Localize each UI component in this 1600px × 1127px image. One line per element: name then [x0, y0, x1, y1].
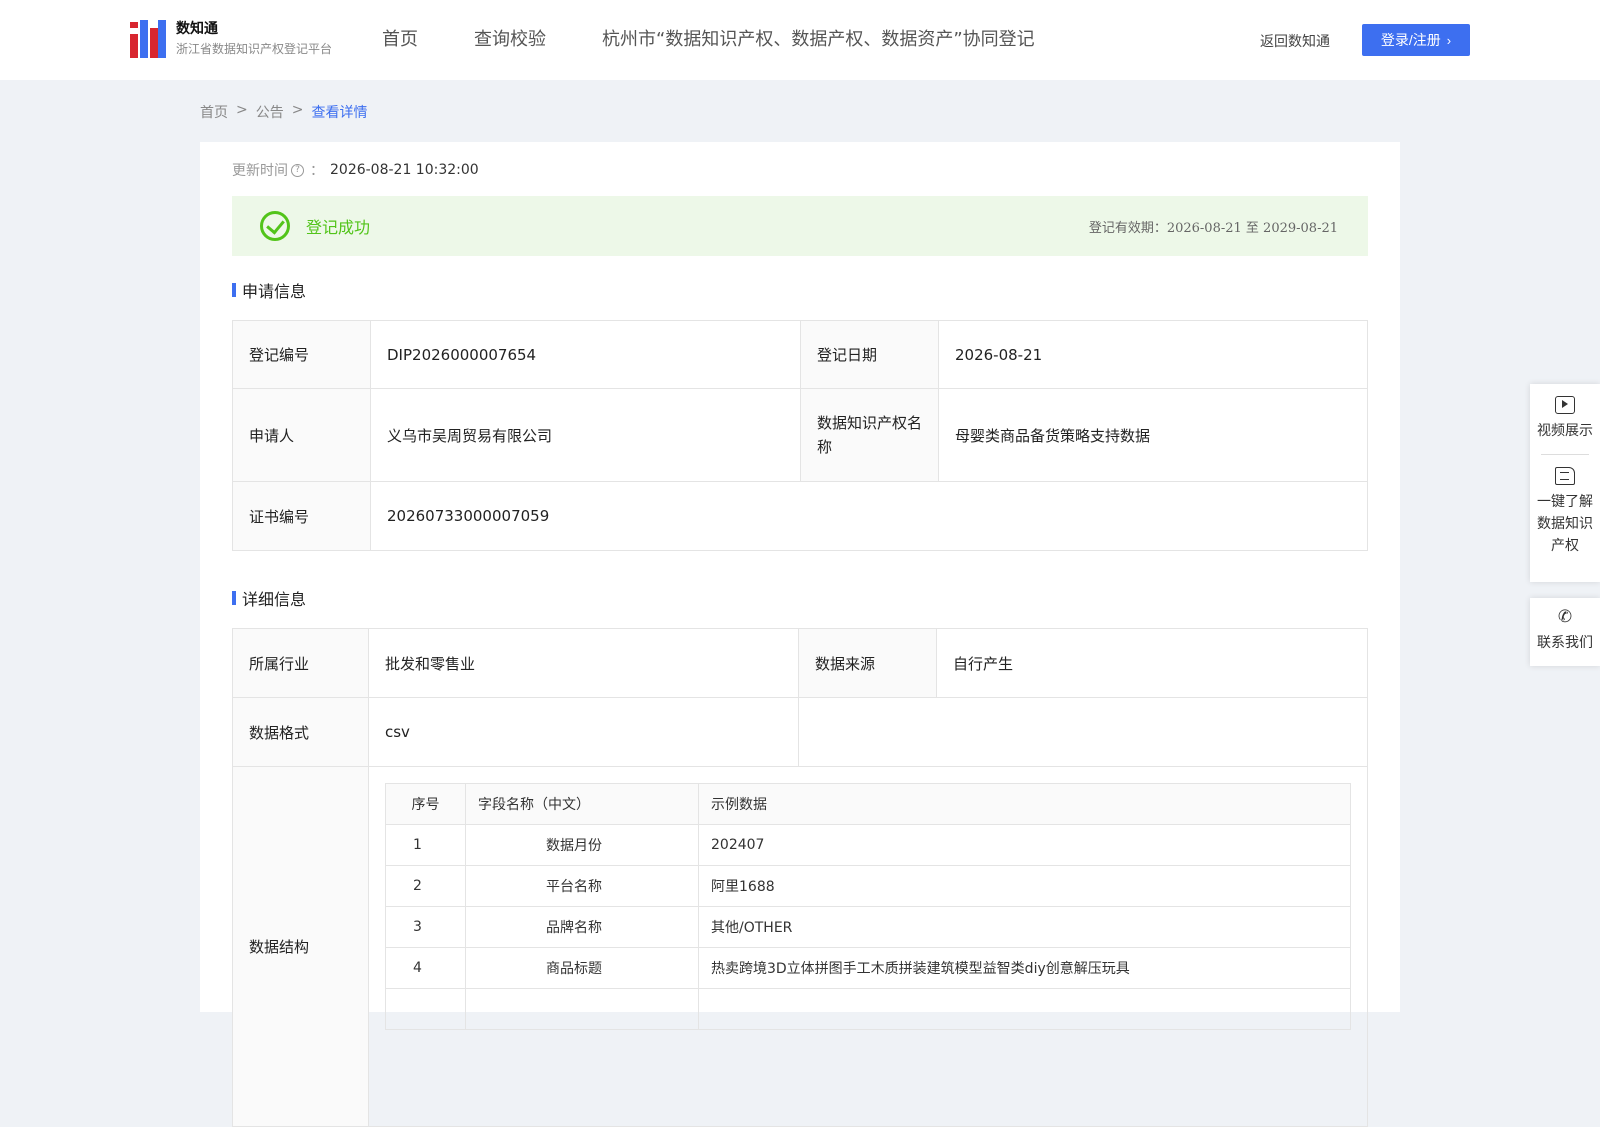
check-circle-icon [260, 211, 290, 241]
nav-home[interactable]: 首页 [382, 28, 418, 52]
cert-no-value: 20260733000007059 [370, 481, 1368, 551]
table-row: 1 数据月份 202407 [385, 824, 1351, 866]
breadcrumb-separator: > [291, 102, 304, 118]
ip-name-value: 母婴类商品备货策略支持数据 [938, 388, 1368, 482]
logo[interactable]: 数知通 浙江省数据知识产权登记平台 [130, 20, 332, 58]
table-row: 登记编号 DIP2026000007654 登记日期 2026-08-21 [232, 320, 1368, 389]
col-name: 字段名称（中文） [465, 783, 699, 825]
table-row: 3 品牌名称 其他/OTHER [385, 906, 1351, 948]
video-label: 视频展示 [1537, 423, 1593, 439]
field-name: 品牌名称 [465, 906, 699, 948]
source-label: 数据来源 [798, 628, 937, 698]
format-label: 数据格式 [232, 697, 369, 767]
empty-cell [798, 697, 1368, 767]
validity-period: 登记有效期：2026-08-21 至 2029-08-21 [1088, 221, 1338, 236]
help-icon[interactable]: ? [291, 163, 304, 177]
table-row: 数据结构 序号 字段名称（中文） 示例数据 1 数据月份 202407 2 平台… [232, 766, 1368, 1127]
industry-label: 所属行业 [232, 628, 369, 698]
logo-mark-icon [130, 20, 166, 58]
status-banner: 登记成功 登记有效期：2026-08-21 至 2029-08-21 [232, 196, 1368, 256]
field-name: 数据月份 [465, 824, 699, 866]
section-title-detail: 详细信息 [232, 586, 306, 610]
breadcrumb-home[interactable]: 首页 [200, 102, 228, 122]
format-value: csv [368, 697, 799, 767]
main-nav: 首页 查询校验 杭州市“数据知识产权、数据产权、数据资产”协同登记 [382, 28, 1091, 52]
structure-label: 数据结构 [232, 766, 369, 1127]
reg-date-label: 登记日期 [800, 320, 939, 389]
status-text: 登记成功 [306, 218, 371, 237]
table-row: 2 平台名称 阿里1688 [385, 865, 1351, 907]
field-name: 平台名称 [465, 865, 699, 907]
applicant-value: 义乌市吴周贸易有限公司 [370, 388, 801, 482]
detail-table: 所属行业 批发和零售业 数据来源 自行产生 数据格式 csv 数据结构 序号 字… [232, 628, 1368, 1127]
update-time-colon: ： [310, 163, 324, 179]
table-row: 所属行业 批发和零售业 数据来源 自行产生 [232, 628, 1368, 698]
update-time-label: 更新时间 [232, 163, 288, 179]
nav-hangzhou-registration[interactable]: 杭州市“数据知识产权、数据产权、数据资产”协同登记 [602, 28, 1035, 52]
learn-label: 一键了解数据知识产权 [1537, 494, 1593, 554]
float-panel-main: 视频展示 一键了解数据知识产权 [1530, 384, 1600, 582]
field-example: 阿里1688 [698, 865, 1351, 907]
back-to-home-link[interactable]: 返回数知通 [1260, 31, 1330, 51]
breadcrumb-notice[interactable]: 公告 [256, 102, 284, 122]
table-row: 数据格式 csv [232, 697, 1368, 767]
field-name: 商品标题 [465, 947, 699, 989]
source-value: 自行产生 [936, 628, 1368, 698]
book-icon [1555, 467, 1575, 485]
fields-header-row: 序号 字段名称（中文） 示例数据 [385, 783, 1351, 825]
video-icon [1555, 396, 1575, 414]
field-example: 202407 [698, 824, 1351, 866]
contact-label: 联系我们 [1537, 635, 1593, 651]
logo-title: 数知通 [176, 21, 218, 37]
structure-cell: 序号 字段名称（中文） 示例数据 1 数据月份 202407 2 平台名称 阿里… [368, 766, 1368, 1127]
table-row: 4 商品标题 热卖跨境3D立体拼图手工木质拼装建筑模型益智类diy创意解压玩具 [385, 947, 1351, 989]
top-header: 数知通 浙江省数据知识产权登记平台 首页 查询校验 杭州市“数据知识产权、数据产… [0, 0, 1600, 80]
reg-no-label: 登记编号 [232, 320, 371, 389]
field-example: 热卖跨境3D立体拼图手工木质拼装建筑模型益智类diy创意解压玩具 [698, 947, 1351, 989]
login-register-button[interactable]: 登录/注册 › [1362, 24, 1470, 56]
phone-icon: ✆ [1557, 607, 1573, 627]
detail-title: 详细信息 [242, 590, 307, 609]
divider [1541, 454, 1589, 455]
contact-us-button[interactable]: ✆ 联系我们 [1530, 608, 1600, 654]
table-row [385, 988, 1351, 1030]
breadcrumb-current: 查看详情 [311, 105, 368, 121]
update-time-value: 2026-08-21 10:32:00 [330, 162, 479, 178]
reg-date-value: 2026-08-21 [938, 320, 1368, 389]
breadcrumb: 首页 > 公告 > 查看详情 [200, 102, 375, 122]
cert-no-label: 证书编号 [232, 481, 371, 551]
fields-table: 序号 字段名称（中文） 示例数据 1 数据月份 202407 2 平台名称 阿里… [385, 783, 1351, 1030]
breadcrumb-separator: > [236, 102, 248, 118]
field-no: 3 [385, 906, 466, 948]
ip-name-label: 数据知识产权名称 [800, 388, 939, 482]
detail-card: 更新时间 ? ： 2026-08-21 10:32:00 登记成功 登记有效期：… [200, 142, 1400, 1127]
application-table: 登记编号 DIP2026000007654 登记日期 2026-08-21 申请… [232, 320, 1368, 551]
field-no: 1 [385, 824, 466, 866]
reg-no-value: DIP2026000007654 [370, 320, 801, 389]
field-no: 4 [385, 947, 466, 989]
update-time: 更新时间 ? ： 2026-08-21 10:32:00 [232, 160, 479, 180]
field-no: 2 [385, 865, 466, 907]
col-example: 示例数据 [698, 783, 1351, 825]
section-title-application: 申请信息 [232, 278, 306, 302]
table-row: 证书编号 20260733000007059 [232, 481, 1368, 551]
field-example: 其他/OTHER [698, 906, 1351, 948]
login-label: 登录/注册 [1380, 32, 1441, 48]
chevron-right-icon: › [1446, 32, 1452, 48]
applicant-label: 申请人 [232, 388, 371, 482]
application-title: 申请信息 [242, 282, 307, 301]
industry-value: 批发和零售业 [368, 628, 799, 698]
learn-ip-button[interactable]: 一键了解数据知识产权 [1530, 467, 1600, 557]
logo-subtitle: 浙江省数据知识产权登记平台 [176, 42, 333, 56]
video-showcase-button[interactable]: 视频展示 [1530, 396, 1600, 442]
nav-query[interactable]: 查询校验 [474, 28, 546, 52]
float-panel-contact: ✆ 联系我们 [1530, 598, 1600, 666]
col-no: 序号 [385, 783, 466, 825]
table-row: 申请人 义乌市吴周贸易有限公司 数据知识产权名称 母婴类商品备货策略支持数据 [232, 388, 1368, 482]
